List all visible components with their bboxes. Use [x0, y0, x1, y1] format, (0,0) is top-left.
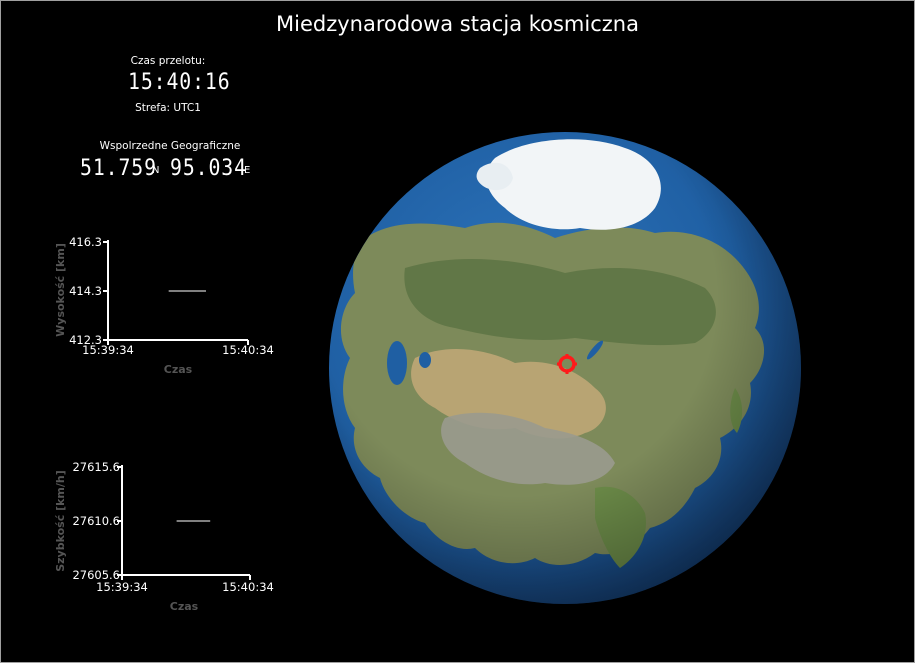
altitude-ytick-mid: 414.3	[69, 284, 102, 298]
altitude-x-axis-title: Czas	[164, 363, 193, 376]
speed-ytick-mid: 27610.6	[72, 514, 120, 528]
speed-x-axis-title: Czas	[170, 600, 199, 613]
timezone-label: Strefa: UTC1	[135, 102, 201, 114]
speed-y-axis-title: Szybkość [km/h]	[54, 470, 67, 572]
earth-globe	[329, 132, 801, 604]
window-title: Miedzynarodowa stacja kosmiczna	[276, 12, 639, 36]
altitude-xtick-start: 15:39:34	[82, 343, 134, 357]
flyover-time-display: 15:40:16	[128, 70, 231, 95]
longitude-display: 95.034	[170, 156, 247, 181]
speed-chart: 27615.6 27610.6 27605.6 15:39:34 15:40:3…	[54, 460, 274, 613]
coordinates-label: Wspolrzedne Geograficzne	[99, 140, 241, 152]
flyover-time-label: Czas przelotu:	[130, 55, 206, 67]
speed-ytick-top: 27615.6	[72, 460, 120, 474]
altitude-y-axis-title: Wysokość [km]	[54, 243, 67, 337]
globe-shading	[329, 132, 801, 604]
longitude-hemisphere: E	[244, 165, 251, 176]
altitude-ytick-top: 416.3	[69, 235, 102, 249]
speed-xtick-start: 15:39:34	[96, 580, 148, 594]
speed-xtick-end: 15:40:34	[222, 580, 274, 594]
altitude-chart: 416.3 414.3 412.3 15:39:34 15:40:34 Czas…	[54, 235, 274, 376]
latitude-display: 51.759	[80, 156, 157, 181]
altitude-xtick-end: 15:40:34	[222, 343, 274, 357]
latitude-hemisphere: N	[152, 165, 160, 176]
